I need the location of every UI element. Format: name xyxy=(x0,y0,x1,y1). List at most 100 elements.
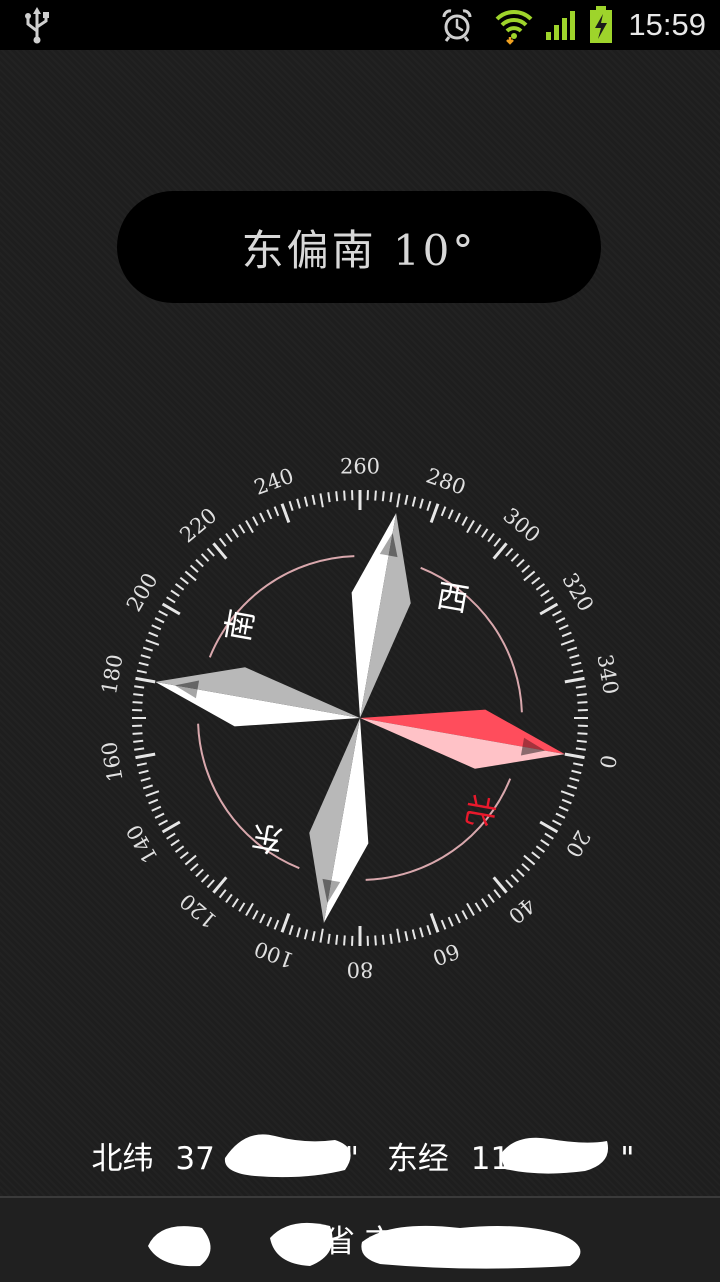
dial-tick xyxy=(358,489,362,510)
dial-label: 180 xyxy=(97,653,128,697)
dial-label: 240 xyxy=(251,464,297,500)
dial-tick xyxy=(389,492,393,503)
dial-label: 160 xyxy=(97,740,128,784)
dial-tick xyxy=(170,839,180,847)
dial-tick xyxy=(311,494,316,505)
dial-label: 200 xyxy=(122,569,163,616)
dial-tick xyxy=(252,910,259,920)
dial-tick xyxy=(411,496,417,507)
longitude-value: 11 xyxy=(470,1141,511,1177)
dial-tick xyxy=(184,854,197,866)
dial-tick xyxy=(474,524,482,534)
dial-tick xyxy=(245,902,254,916)
dial-tick xyxy=(571,769,582,775)
dial-tick xyxy=(131,716,146,720)
dial-tick xyxy=(195,558,204,568)
dial-tick xyxy=(288,500,294,511)
dial-tick xyxy=(374,935,377,946)
dial-label: 100 xyxy=(251,936,297,972)
clock: 15:59 xyxy=(628,7,706,42)
latitude-label: 北纬 xyxy=(91,1141,154,1177)
dial-tick xyxy=(166,596,176,604)
dial-tick xyxy=(419,498,424,509)
dial-tick xyxy=(575,747,586,751)
dial-tick xyxy=(135,676,156,684)
dial-label: 60 xyxy=(429,938,462,970)
dial-tick xyxy=(179,576,189,585)
dial-tick xyxy=(296,498,301,509)
dial-tick xyxy=(411,929,417,940)
dial-tick xyxy=(319,928,324,943)
dial-tick xyxy=(311,931,316,942)
dial-tick xyxy=(140,777,151,782)
dial-tick xyxy=(200,874,210,883)
dial-tick xyxy=(266,509,273,520)
cardinal-east: 东 xyxy=(248,817,286,860)
dial-tick xyxy=(521,863,531,872)
dial-tick xyxy=(429,503,440,524)
dial-tick xyxy=(560,639,575,646)
dial-tick xyxy=(461,910,468,920)
dial-tick xyxy=(510,874,520,883)
dial-tick xyxy=(245,520,254,534)
north-needle xyxy=(360,709,565,769)
dial-tick xyxy=(158,610,168,617)
dial-tick xyxy=(259,512,266,523)
dial-tick xyxy=(343,490,346,501)
dial-tick xyxy=(555,617,566,624)
dial-tick xyxy=(576,739,587,743)
dial-tick xyxy=(573,669,584,674)
dial-tick xyxy=(440,919,447,930)
dial-tick xyxy=(319,493,324,508)
dial-label: 220 xyxy=(175,503,221,547)
dial-tick xyxy=(440,506,447,517)
dial-tick xyxy=(335,491,339,502)
usb-icon xyxy=(22,0,52,50)
dial-tick xyxy=(142,646,153,652)
dial-tick xyxy=(516,868,525,878)
wifi-icon xyxy=(494,0,534,50)
dial-tick xyxy=(539,820,559,834)
dial-tick xyxy=(133,693,144,697)
dial-tick xyxy=(426,500,432,511)
dial-tick xyxy=(535,845,546,853)
dial-tick xyxy=(481,898,489,908)
dial-arc xyxy=(208,555,355,658)
dial-tick xyxy=(447,509,454,520)
dial-label: 260 xyxy=(340,455,380,479)
cardinal-south: 南 xyxy=(218,606,261,644)
latitude: 北纬 37 " xyxy=(91,1141,360,1177)
dial-tick xyxy=(544,596,554,604)
dial-tick xyxy=(560,790,575,797)
dial-tick xyxy=(195,868,204,878)
dial-tick xyxy=(134,747,145,751)
dial-tick xyxy=(206,879,215,889)
dial-tick xyxy=(218,889,227,899)
dial-tick xyxy=(461,516,468,526)
dial-tick xyxy=(564,676,585,684)
dial-tick xyxy=(454,913,461,924)
dial-tick xyxy=(374,490,377,501)
dial-tick xyxy=(577,709,588,712)
dial-tick xyxy=(474,902,482,912)
dial-tick xyxy=(404,931,409,942)
dial-tick xyxy=(142,784,153,790)
dial-tick xyxy=(303,496,309,507)
dial-tick xyxy=(170,589,180,597)
dial-arc xyxy=(420,566,523,713)
dial-label: 320 xyxy=(557,569,598,616)
dial-tick xyxy=(266,916,273,927)
dial-tick xyxy=(540,589,550,597)
dial-tick xyxy=(174,845,185,853)
dial-tick xyxy=(573,762,584,767)
dial-tick xyxy=(396,493,401,508)
dial-tick xyxy=(179,851,189,860)
dial-tick xyxy=(577,732,588,735)
dial-tick xyxy=(493,889,502,899)
dial-tick xyxy=(447,916,454,927)
dial-arc xyxy=(197,723,300,870)
cardinal-west: 西 xyxy=(434,576,472,619)
dial-tick xyxy=(576,693,587,697)
dial-tick xyxy=(505,547,514,557)
dial-tick xyxy=(454,512,461,523)
